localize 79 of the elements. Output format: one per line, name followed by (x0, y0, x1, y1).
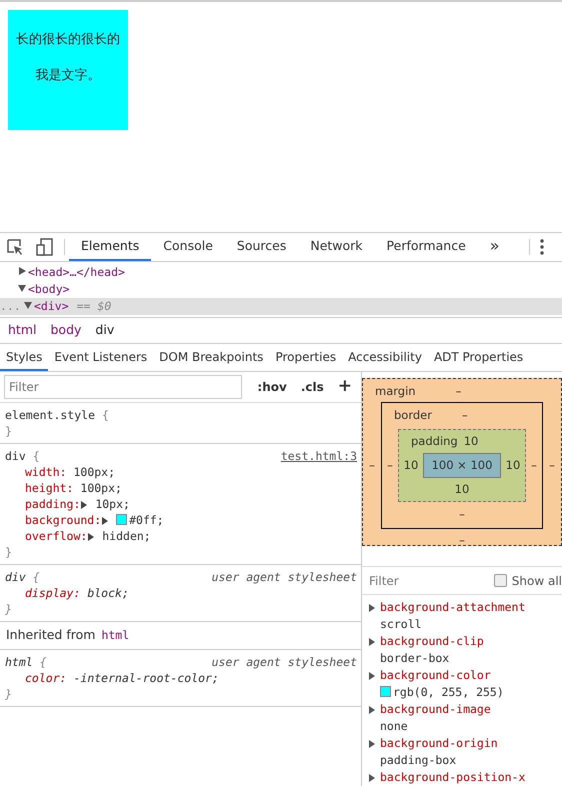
breadcrumb[interactable]: html (8, 321, 36, 340)
tag-text: <head>…</head> (28, 264, 125, 281)
device-icon[interactable] (36, 238, 54, 256)
dom-node[interactable]: <head>…</head> (0, 264, 562, 281)
computed-property-value: rgb(0, 255, 255) (393, 685, 504, 699)
style-property: height: 100px; (24, 480, 123, 496)
inspect-icon[interactable] (6, 238, 24, 256)
computed-property-value: padding-box (380, 753, 456, 767)
expand-icon[interactable] (368, 740, 376, 748)
pane-tab[interactable]: DOM Breakpoints (153, 344, 270, 371)
tag-text: <body> (28, 280, 70, 298)
inherited-element[interactable]: html (101, 626, 130, 644)
brace: { (40, 655, 47, 669)
brace: } (5, 423, 13, 439)
expand-icon[interactable] (368, 672, 376, 680)
source-link[interactable]: test.html:3 (280, 448, 357, 464)
computed-property-value: border-box (380, 651, 450, 665)
class-button[interactable]: .cls (296, 378, 329, 396)
selector: element.style (5, 408, 96, 422)
pane-tab[interactable]: Accessibility (342, 344, 428, 371)
computed-property-value: none (380, 719, 408, 733)
expand-icon[interactable] (101, 516, 110, 525)
brace: } (5, 601, 13, 617)
brace: { (32, 449, 40, 463)
pane-tab[interactable]: Styles (0, 344, 48, 371)
color-swatch[interactable] (116, 514, 128, 525)
source-label: user agent stylesheet (212, 569, 357, 585)
tag-text: <div> (34, 298, 69, 315)
panel-tab[interactable]: Performance (374, 233, 478, 261)
pane-tab[interactable]: Event Listeners (48, 344, 154, 371)
expand-icon[interactable] (368, 638, 376, 646)
pane-tab[interactable]: ADT Properties (428, 344, 530, 371)
expand-icon[interactable] (368, 774, 376, 782)
computed-property-name: background-origin (380, 736, 498, 750)
more-tabs-button[interactable]: » (478, 233, 512, 261)
style-property: color: -internal-root-color; (24, 670, 220, 686)
selected-marker: == $0 (76, 298, 112, 315)
expand-icon[interactable] (368, 604, 376, 612)
style-property: padding: 10px; (24, 496, 131, 512)
expand-icon[interactable] (87, 532, 96, 541)
brace: } (5, 544, 13, 560)
color-swatch[interactable] (380, 686, 391, 697)
computed-property-name: background-position-x (380, 770, 526, 784)
breadcrumb[interactable]: body (50, 321, 82, 340)
selector: div (5, 449, 26, 463)
add-rule-button[interactable]: + (332, 374, 357, 400)
style-property: background: #0ff; (24, 512, 165, 528)
panel-tab[interactable]: Console (151, 233, 225, 261)
inherited-label: Inherited from (6, 626, 96, 644)
pane-tab[interactable]: Properties (269, 344, 342, 371)
selector: html (5, 655, 33, 669)
dom-node[interactable]: <body> (0, 281, 562, 298)
body-text: 我是文字。 (36, 66, 100, 84)
computed-property-name: background-color (380, 668, 491, 682)
expand-icon[interactable] (368, 706, 376, 714)
style-property: overflow: hidden; (24, 528, 152, 544)
hover-state-button[interactable]: :hov (252, 378, 292, 396)
panel-tab[interactable]: Elements (69, 233, 152, 261)
computed-property-value: scroll (380, 617, 422, 631)
computed-property-name: background-attachment (380, 600, 526, 614)
source-label: user agent stylesheet (212, 654, 357, 670)
style-property: width: 100px; (24, 464, 116, 480)
brace: { (32, 570, 40, 584)
collapsed-icon[interactable] (18, 267, 26, 276)
expand-icon[interactable] (80, 500, 88, 509)
style-property: display: block; (24, 585, 130, 601)
show-all-checkbox[interactable]: Show all (494, 572, 562, 590)
computed-property-name: background-image (380, 702, 491, 716)
filter-field[interactable]: Filter (4, 375, 242, 399)
selector: div (5, 570, 26, 584)
computed-property-name: background-clip (380, 634, 484, 648)
brace: { (102, 408, 109, 422)
overflow-text: 长的很长的很长的 (16, 31, 120, 49)
dom-node[interactable]: ... <div> == $0 (0, 298, 562, 315)
panel-tab[interactable]: Network (298, 233, 375, 261)
breadcrumb[interactable]: div (95, 321, 114, 340)
brace: } (5, 686, 13, 702)
panel-tab[interactable]: Sources (224, 233, 298, 261)
menu-icon[interactable] (540, 238, 544, 256)
